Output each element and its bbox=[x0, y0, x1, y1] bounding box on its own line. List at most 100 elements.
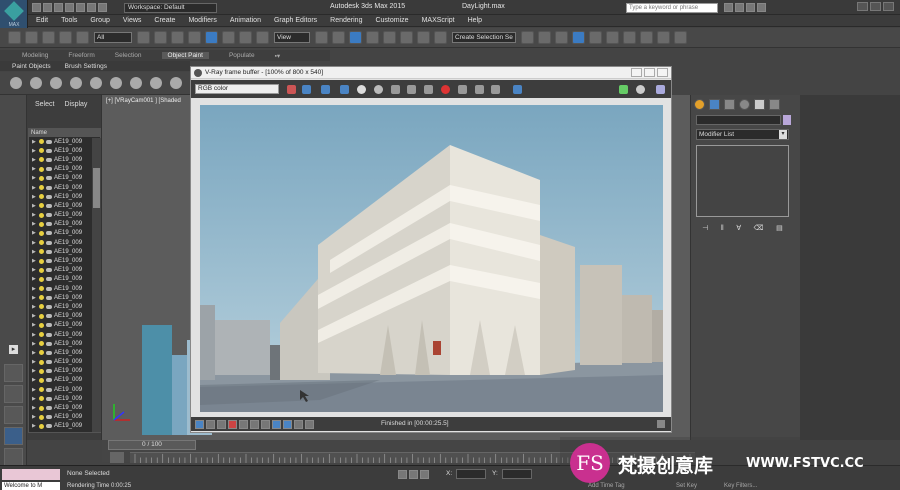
menu-tools[interactable]: Tools bbox=[61, 17, 77, 24]
expand-arrow-icon[interactable]: ▶ bbox=[32, 304, 37, 310]
light-bulb-icon[interactable] bbox=[39, 313, 44, 319]
pixel-info-icon[interactable] bbox=[217, 420, 226, 429]
scene-row[interactable]: ▶ AE19_009 bbox=[29, 146, 100, 155]
menu-animation[interactable]: Animation bbox=[230, 17, 261, 24]
green-channel-icon[interactable] bbox=[321, 85, 330, 94]
visibility-icon[interactable] bbox=[46, 213, 52, 218]
user-icon[interactable] bbox=[746, 3, 755, 12]
light-bulb-icon[interactable] bbox=[39, 148, 44, 154]
remove-modifier-icon[interactable]: ⌫ bbox=[754, 224, 764, 232]
visibility-icon[interactable] bbox=[46, 406, 52, 411]
tab-modeling[interactable]: Modeling bbox=[22, 52, 48, 59]
expand-arrow-icon[interactable]: ▶ bbox=[32, 341, 37, 347]
curve-editor-icon[interactable] bbox=[589, 31, 602, 44]
object-name-field[interactable] bbox=[696, 115, 781, 125]
light-bulb-icon[interactable] bbox=[39, 240, 44, 246]
light-bulb-icon[interactable] bbox=[39, 414, 44, 420]
camera-icon[interactable] bbox=[110, 77, 122, 89]
light-bulb-icon[interactable] bbox=[39, 258, 44, 264]
redo-icon[interactable] bbox=[76, 3, 85, 12]
levels-icon[interactable] bbox=[239, 420, 248, 429]
visibility-icon[interactable] bbox=[46, 259, 52, 264]
menu-help[interactable]: Help bbox=[468, 17, 482, 24]
scrollbar-thumb[interactable] bbox=[93, 168, 100, 208]
scene-row[interactable]: ▶ AE19_009 bbox=[29, 201, 100, 210]
teapot-render-icon[interactable] bbox=[656, 85, 665, 94]
placement-icon[interactable] bbox=[256, 31, 269, 44]
history-icon[interactable] bbox=[513, 85, 522, 94]
light-bulb-icon[interactable] bbox=[39, 157, 44, 163]
expand-arrow-icon[interactable]: ▶ bbox=[32, 295, 37, 301]
expand-arrow-icon[interactable]: ▶ bbox=[32, 276, 37, 282]
display-tab-icon[interactable] bbox=[754, 98, 765, 110]
select-rotate-icon[interactable] bbox=[222, 31, 235, 44]
menu-create[interactable]: Create bbox=[154, 17, 175, 24]
tab-display[interactable]: Display bbox=[64, 95, 87, 115]
options-button[interactable] bbox=[4, 448, 23, 466]
subtab-brush-settings[interactable]: Brush Settings bbox=[65, 63, 107, 70]
lock-icon[interactable] bbox=[398, 470, 407, 479]
alpha-channel-icon[interactable] bbox=[357, 85, 366, 94]
light-bulb-icon[interactable] bbox=[39, 139, 44, 145]
light-bulb-icon[interactable] bbox=[39, 332, 44, 338]
workspace-dropdown[interactable]: Workspace: Default bbox=[124, 3, 217, 13]
select-move-icon[interactable] bbox=[205, 31, 218, 44]
visibility-icon[interactable] bbox=[46, 176, 52, 181]
visibility-icon[interactable] bbox=[46, 378, 52, 383]
make-unique-icon[interactable]: ∀ bbox=[736, 224, 741, 232]
render-region-icon[interactable] bbox=[636, 85, 645, 94]
keyboard-shortcut-icon[interactable] bbox=[349, 31, 362, 44]
menu-customize[interactable]: Customize bbox=[375, 17, 408, 24]
compare-a-icon[interactable] bbox=[272, 420, 281, 429]
help-icon[interactable] bbox=[757, 3, 766, 12]
motion-tab-icon[interactable] bbox=[739, 98, 750, 110]
minimize-icon[interactable] bbox=[857, 2, 868, 11]
scene-row[interactable]: ▶ AE19_009 bbox=[29, 358, 100, 367]
expand-arrow-icon[interactable]: ▶ bbox=[32, 359, 37, 365]
paint-icon[interactable] bbox=[10, 77, 22, 89]
follow-mouse-icon[interactable] bbox=[491, 85, 500, 94]
tab-populate[interactable]: Populate bbox=[229, 52, 255, 59]
time-slider[interactable]: 0 / 100 bbox=[108, 440, 196, 450]
viewport-label[interactable]: [+] [VRayCam001 ] [Shaded bbox=[106, 98, 181, 104]
named-selection-dropdown[interactable]: Create Selection Se bbox=[452, 32, 516, 43]
rendered-frame-window-icon[interactable] bbox=[657, 31, 670, 44]
visibility-icon[interactable] bbox=[46, 332, 52, 337]
tab-select[interactable]: Select bbox=[35, 95, 54, 115]
angle-snap-icon[interactable] bbox=[383, 31, 396, 44]
visibility-icon[interactable] bbox=[46, 314, 52, 319]
snaps-toggle-icon[interactable] bbox=[366, 31, 379, 44]
select-object-icon[interactable] bbox=[137, 31, 150, 44]
visibility-icon[interactable] bbox=[46, 295, 52, 300]
compare-b-icon[interactable] bbox=[283, 420, 292, 429]
scene-row[interactable]: ▶ AE19_009 bbox=[29, 422, 100, 431]
vray-titlebar[interactable]: V-Ray frame buffer - [100% of 800 x 540] bbox=[191, 67, 671, 79]
tab-selection[interactable]: Selection bbox=[115, 52, 142, 59]
red-channel-icon[interactable] bbox=[302, 85, 311, 94]
corrections-icon[interactable] bbox=[195, 420, 204, 429]
menu-edit[interactable]: Edit bbox=[36, 17, 48, 24]
window-crossing-icon[interactable] bbox=[188, 31, 201, 44]
scene-row[interactable]: ▶ AE19_009 bbox=[29, 174, 100, 183]
scene-row[interactable]: ▶ AE19_009 bbox=[29, 403, 100, 412]
select-scale-icon[interactable] bbox=[239, 31, 252, 44]
expand-arrow-icon[interactable]: ▶ bbox=[32, 157, 37, 163]
light-bulb-icon[interactable] bbox=[39, 396, 44, 402]
expand-arrow-icon[interactable]: ▶ bbox=[32, 249, 37, 255]
scene-row[interactable]: ▶ AE19_009 bbox=[29, 413, 100, 422]
mono-icon[interactable] bbox=[374, 85, 383, 94]
light-bulb-icon[interactable] bbox=[39, 341, 44, 347]
save-image-icon[interactable] bbox=[287, 85, 296, 94]
percent-snap-icon[interactable] bbox=[400, 31, 413, 44]
visibility-icon[interactable] bbox=[46, 341, 52, 346]
expand-arrow-icon[interactable]: ▶ bbox=[32, 286, 37, 292]
reference-coordinate-dropdown[interactable]: View bbox=[274, 32, 310, 43]
curve-icon[interactable] bbox=[250, 420, 259, 429]
tab-freeform[interactable]: Freeform bbox=[68, 52, 94, 59]
x-field[interactable] bbox=[456, 469, 486, 479]
expand-arrow-icon[interactable]: ▶ bbox=[32, 258, 37, 264]
visibility-icon[interactable] bbox=[46, 148, 52, 153]
link-icon[interactable] bbox=[42, 31, 55, 44]
expand-arrow-icon[interactable]: ▶ bbox=[32, 377, 37, 383]
expand-arrow-icon[interactable]: ▶ bbox=[32, 194, 37, 200]
